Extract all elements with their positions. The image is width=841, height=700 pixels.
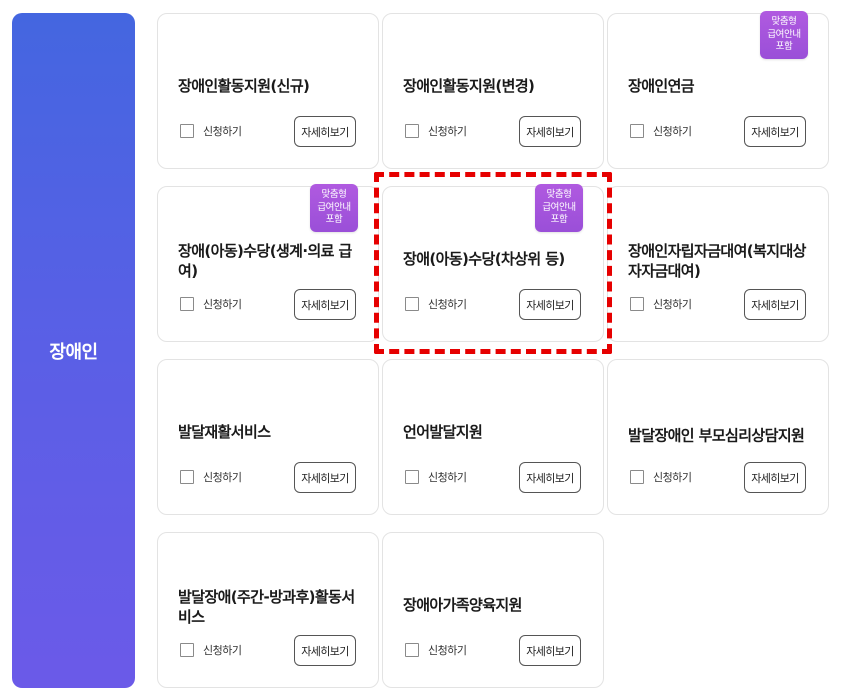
custom-benefit-badge: 맞춤형 급여안내 포함 bbox=[535, 184, 583, 232]
checkbox-box[interactable] bbox=[180, 470, 194, 484]
checkbox-box[interactable] bbox=[405, 124, 419, 138]
service-card: 장애인활동지원(신규) 신청하기 자세히보기 bbox=[157, 13, 379, 169]
detail-button[interactable]: 자세히보기 bbox=[519, 635, 581, 666]
apply-checkbox[interactable]: 신청하기 bbox=[630, 123, 692, 139]
apply-label: 신청하기 bbox=[428, 644, 467, 657]
service-card: 발달재활서비스 신청하기 자세히보기 bbox=[157, 359, 379, 515]
detail-button[interactable]: 자세히보기 bbox=[744, 116, 806, 147]
detail-button[interactable]: 자세히보기 bbox=[294, 116, 356, 147]
checkbox-box[interactable] bbox=[630, 470, 644, 484]
checkbox-box[interactable] bbox=[405, 643, 419, 657]
service-title: 언어발달지원 bbox=[403, 422, 483, 441]
detail-button[interactable]: 자세히보기 bbox=[294, 289, 356, 320]
service-card: 장애인자립자금대여(복지대상자자금대여) 신청하기 자세히보기 bbox=[607, 186, 829, 342]
apply-label: 신청하기 bbox=[653, 298, 692, 311]
service-title: 장애인활동지원(변경) bbox=[403, 76, 535, 95]
detail-button[interactable]: 자세히보기 bbox=[519, 116, 581, 147]
service-title: 장애(아동)수당(차상위 등) bbox=[403, 249, 565, 268]
service-title: 발달장애(주간-방과후)활동서비스 bbox=[178, 587, 355, 626]
custom-benefit-badge: 맞춤형 급여안내 포함 bbox=[760, 11, 808, 59]
service-title: 발달장애인 부모심리상담지원 bbox=[628, 426, 805, 445]
badge-line: 급여안내 bbox=[317, 201, 351, 213]
apply-label: 신청하기 bbox=[428, 471, 467, 484]
service-title: 장애인활동지원(신규) bbox=[178, 76, 310, 95]
service-card: 장애아가족양육지원 신청하기 자세히보기 bbox=[382, 532, 604, 688]
service-card: 맞춤형 급여안내 포함 장애인연금 신청하기 자세히보기 bbox=[607, 11, 829, 169]
badge-line: 포함 bbox=[325, 214, 343, 226]
service-card: 발달장애(주간-방과후)활동서비스 신청하기 자세히보기 bbox=[157, 532, 379, 688]
category-label-disabled: 장애인 bbox=[12, 13, 135, 688]
badge-line: 포함 bbox=[775, 41, 793, 53]
service-title: 장애인연금 bbox=[628, 76, 695, 95]
apply-checkbox[interactable]: 신청하기 bbox=[180, 642, 242, 658]
badge-line: 맞춤형 bbox=[321, 189, 347, 201]
detail-button[interactable]: 자세히보기 bbox=[294, 635, 356, 666]
apply-checkbox[interactable]: 신청하기 bbox=[405, 296, 467, 312]
badge-line: 맞춤형 bbox=[546, 189, 572, 201]
detail-button[interactable]: 자세히보기 bbox=[519, 462, 581, 493]
checkbox-box[interactable] bbox=[180, 124, 194, 138]
service-card: 맞춤형 급여안내 포함 장애(아동)수당(생계·의료 급여) 신청하기 자세히보… bbox=[157, 184, 379, 342]
apply-label: 신청하기 bbox=[203, 125, 242, 138]
checkbox-box[interactable] bbox=[180, 643, 194, 657]
detail-button[interactable]: 자세히보기 bbox=[744, 289, 806, 320]
badge-line: 포함 bbox=[550, 214, 568, 226]
badge-line: 급여안내 bbox=[542, 201, 576, 213]
service-card: 발달장애인 부모심리상담지원 신청하기 자세히보기 bbox=[607, 359, 829, 515]
apply-label: 신청하기 bbox=[203, 298, 242, 311]
apply-label: 신청하기 bbox=[428, 298, 467, 311]
apply-label: 신청하기 bbox=[653, 471, 692, 484]
checkbox-box[interactable] bbox=[180, 297, 194, 311]
service-title: 장애아가족양육지원 bbox=[403, 595, 522, 614]
detail-button[interactable]: 자세히보기 bbox=[744, 462, 806, 493]
category-title: 장애인 bbox=[49, 341, 98, 363]
service-card: 장애인활동지원(변경) 신청하기 자세히보기 bbox=[382, 13, 604, 169]
apply-checkbox[interactable]: 신청하기 bbox=[630, 296, 692, 312]
apply-checkbox[interactable]: 신청하기 bbox=[405, 642, 467, 658]
badge-line: 맞춤형 bbox=[771, 16, 797, 28]
custom-benefit-badge: 맞춤형 급여안내 포함 bbox=[310, 184, 358, 232]
apply-checkbox[interactable]: 신청하기 bbox=[405, 123, 467, 139]
apply-checkbox[interactable]: 신청하기 bbox=[630, 469, 692, 485]
detail-button[interactable]: 자세히보기 bbox=[294, 462, 356, 493]
apply-checkbox[interactable]: 신청하기 bbox=[405, 469, 467, 485]
service-card-highlighted: 맞춤형 급여안내 포함 장애(아동)수당(차상위 등) 신청하기 자세히보기 bbox=[382, 184, 604, 342]
apply-label: 신청하기 bbox=[203, 471, 242, 484]
apply-checkbox[interactable]: 신청하기 bbox=[180, 469, 242, 485]
apply-label: 신청하기 bbox=[203, 644, 242, 657]
service-title: 장애인자립자금대여(복지대상자자금대여) bbox=[628, 241, 806, 280]
apply-checkbox[interactable]: 신청하기 bbox=[180, 296, 242, 312]
service-title: 발달재활서비스 bbox=[178, 422, 271, 441]
checkbox-box[interactable] bbox=[630, 124, 644, 138]
badge-line: 급여안내 bbox=[767, 28, 801, 40]
checkbox-box[interactable] bbox=[405, 470, 419, 484]
service-card: 언어발달지원 신청하기 자세히보기 bbox=[382, 359, 604, 515]
checkbox-box[interactable] bbox=[405, 297, 419, 311]
apply-label: 신청하기 bbox=[428, 125, 467, 138]
checkbox-box[interactable] bbox=[630, 297, 644, 311]
service-title: 장애(아동)수당(생계·의료 급여) bbox=[178, 241, 352, 280]
apply-label: 신청하기 bbox=[653, 125, 692, 138]
apply-checkbox[interactable]: 신청하기 bbox=[180, 123, 242, 139]
detail-button[interactable]: 자세히보기 bbox=[519, 289, 581, 320]
